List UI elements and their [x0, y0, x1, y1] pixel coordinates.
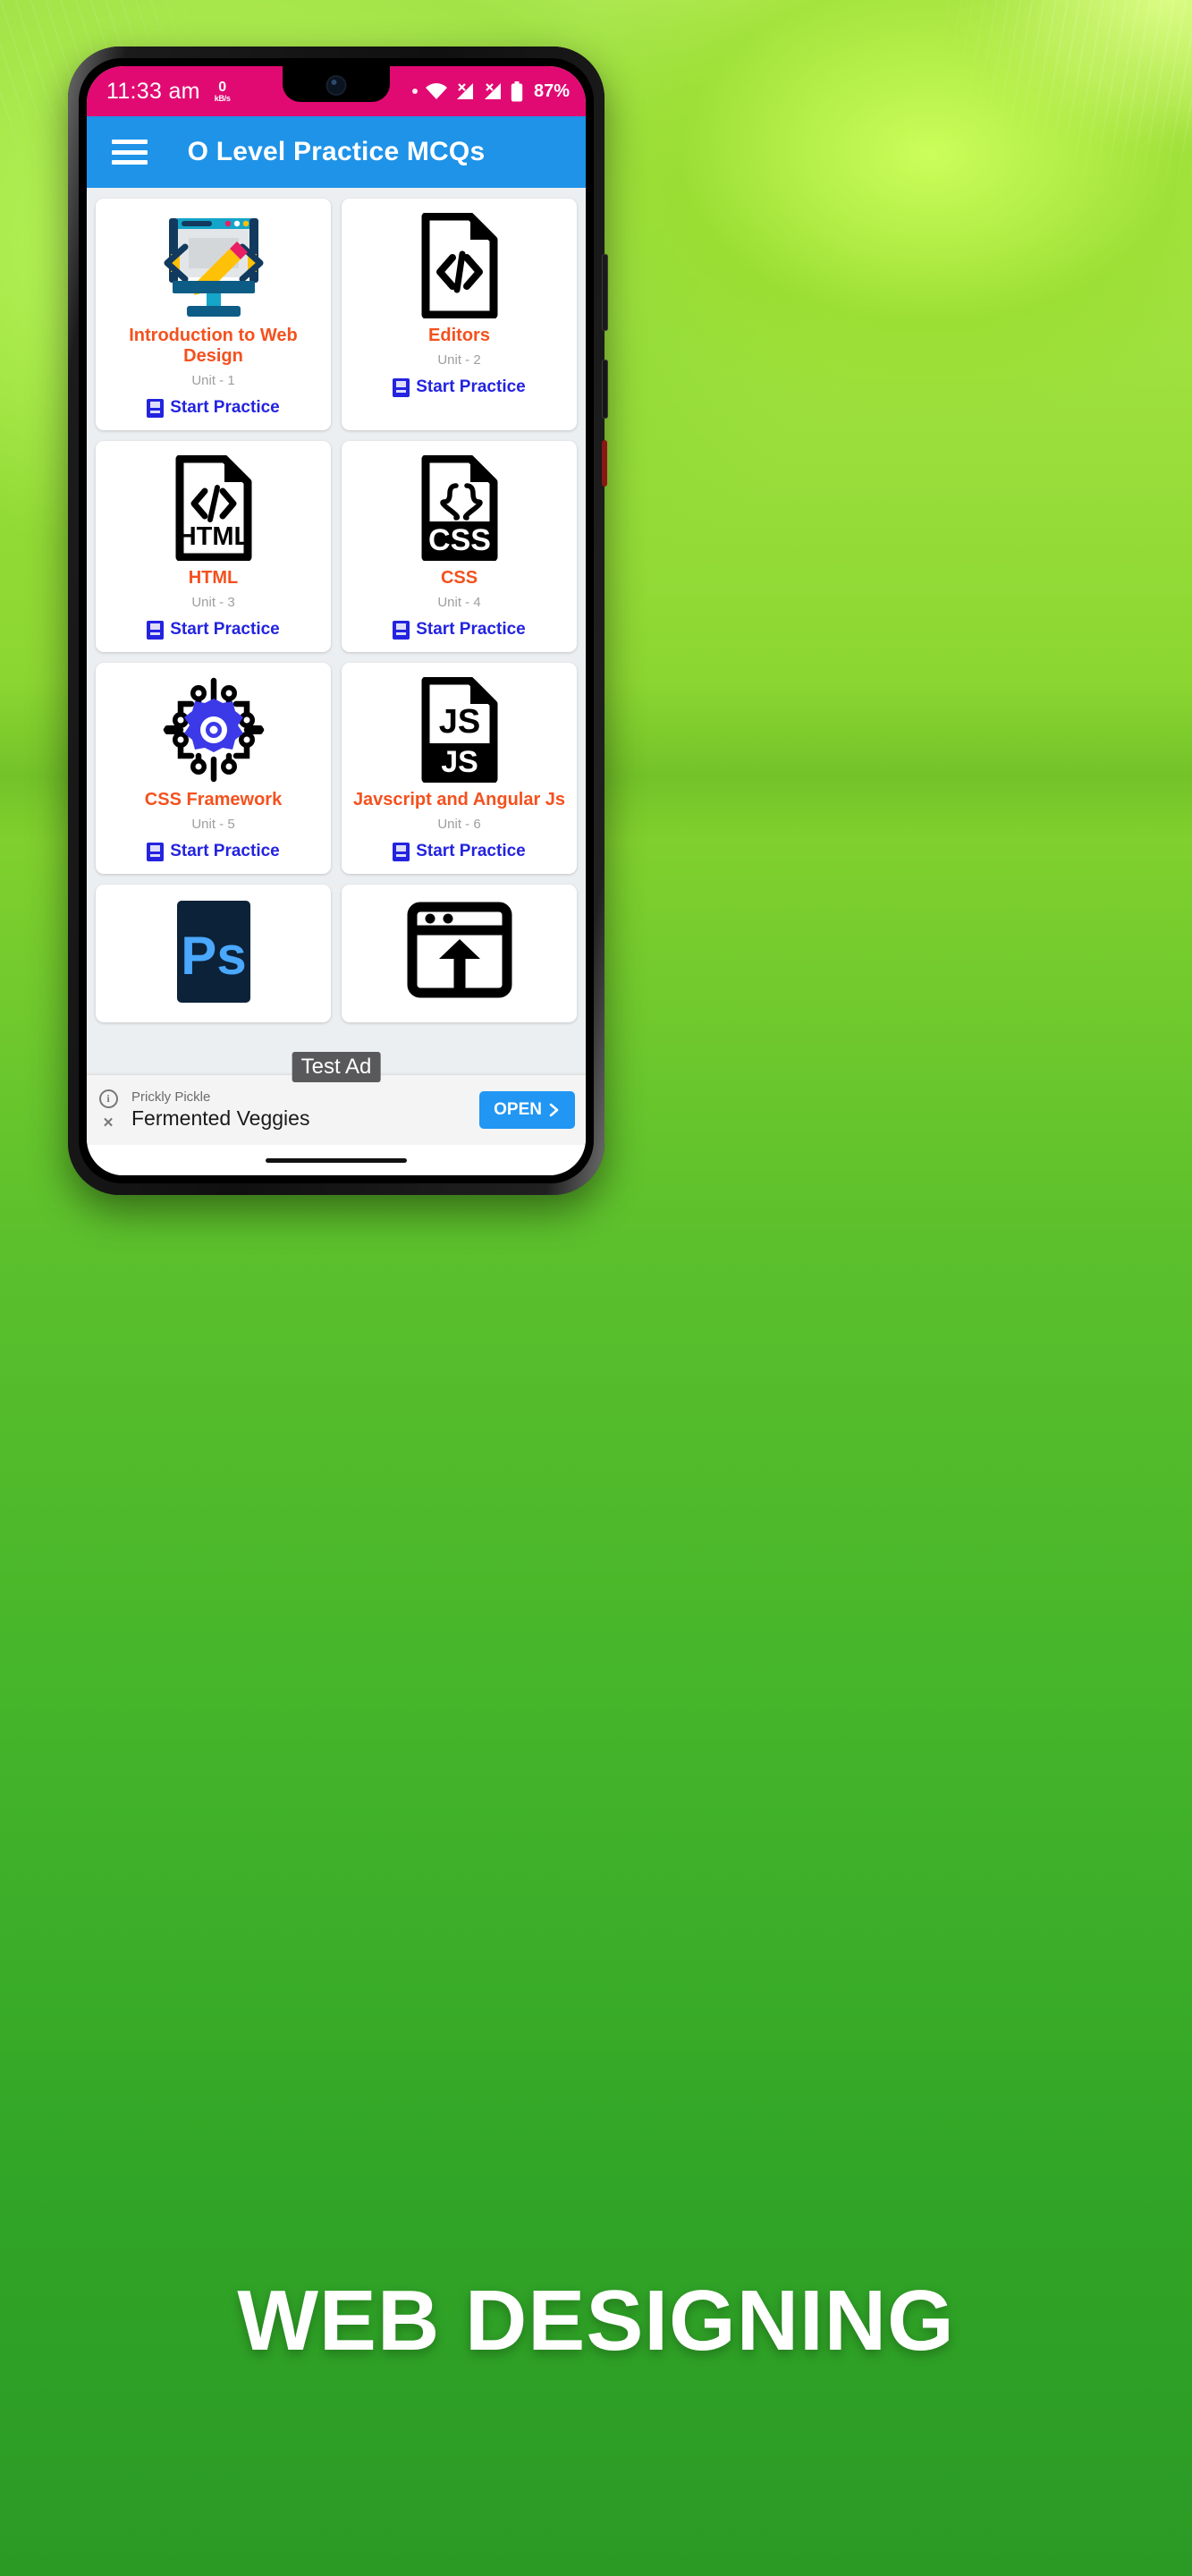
course-card[interactable]: CSS Framework Unit - 5 Start Practice [96, 663, 331, 874]
start-practice-button[interactable]: Start Practice [393, 377, 526, 397]
upload-window-icon [407, 899, 512, 1004]
card-title: Javscript and Angular Js [352, 790, 566, 809]
start-practice-button[interactable]: Start Practice [393, 620, 526, 640]
start-practice-label: Start Practice [170, 620, 280, 639]
phone-screen: 11:33 am 0 kB/s 87% O Level Practice MCQ… [87, 66, 586, 1175]
card-unit: Unit - 5 [191, 817, 235, 832]
code-file-icon [418, 213, 501, 318]
start-practice-label: Start Practice [170, 398, 280, 417]
card-title: Introduction to Web Design [129, 326, 298, 366]
framework-gear-circuit-icon [161, 677, 266, 783]
promo-caption: WEB DESIGNING [237, 2273, 955, 2368]
book-icon [393, 620, 410, 640]
ad-text: Prickly Pickle Fermented Veggies [131, 1089, 309, 1131]
course-card[interactable]: CSS CSS Unit - 4 Start Practice [342, 441, 577, 652]
start-practice-label: Start Practice [416, 377, 526, 396]
book-icon [147, 620, 165, 640]
front-camera-icon [327, 77, 345, 94]
status-time: 11:33 am [106, 78, 200, 104]
card-unit: Unit - 1 [191, 373, 235, 388]
start-practice-label: Start Practice [416, 842, 526, 860]
course-card[interactable]: Editors Unit - 2 Start Practice [342, 199, 577, 430]
info-icon[interactable]: i [98, 1089, 118, 1108]
web-design-monitor-icon [155, 213, 273, 318]
book-icon [393, 842, 410, 861]
course-card[interactable] [342, 885, 577, 1022]
svg-text:HTML: HTML [177, 522, 249, 551]
ad-headline: Fermented Veggies [131, 1106, 310, 1130]
test-ad-badge: Test Ad [292, 1052, 381, 1082]
status-icons: 87% [411, 80, 570, 102]
start-practice-button[interactable]: Start Practice [147, 398, 280, 418]
hamburger-menu-icon[interactable] [112, 140, 148, 165]
card-unit: Unit - 6 [437, 817, 481, 832]
wifi-icon [425, 82, 447, 99]
close-icon[interactable]: ✕ [103, 1114, 114, 1131]
start-practice-button[interactable]: Start Practice [147, 842, 280, 861]
ad-open-button[interactable]: OPEN [479, 1091, 575, 1129]
chevron-right-icon [549, 1103, 559, 1117]
course-grid: Introduction to Web Design Unit - 1 Star… [87, 188, 586, 1033]
power-button[interactable] [602, 254, 608, 331]
ad-controls[interactable]: i ✕ [97, 1089, 119, 1131]
network-speed-unit: kB/s [214, 93, 231, 103]
course-card[interactable]: Ps [96, 885, 331, 1022]
svg-text:Ps: Ps [181, 926, 246, 986]
signal-1-icon [456, 83, 473, 99]
card-unit: Unit - 4 [437, 595, 481, 610]
content-area[interactable]: Introduction to Web Design Unit - 1 Star… [87, 188, 586, 1175]
card-title: CSS [440, 568, 478, 588]
svg-text:JS: JS [438, 703, 479, 741]
start-practice-label: Start Practice [416, 620, 526, 639]
battery-icon [511, 80, 523, 101]
course-card[interactable]: Introduction to Web Design Unit - 1 Star… [96, 199, 331, 430]
photoshop-ps-icon: Ps [169, 899, 258, 1004]
svg-text:JS: JS [441, 745, 478, 779]
volume-button[interactable] [602, 360, 608, 419]
card-title: CSS Framework [144, 790, 283, 809]
signal-2-icon [484, 83, 501, 99]
course-card[interactable]: HTML HTML Unit - 3 Start Practice [96, 441, 331, 652]
html-file-icon: HTML [173, 455, 255, 561]
book-icon [147, 398, 165, 418]
course-card[interactable]: JS JS Javscript and Angular Js Unit - 6 … [342, 663, 577, 874]
page-title: O Level Practice MCQs [187, 137, 486, 166]
card-unit: Unit - 3 [191, 595, 235, 610]
start-practice-button[interactable]: Start Practice [147, 620, 280, 640]
network-speed-value: 0 [218, 79, 227, 95]
card-title: Editors [428, 326, 490, 345]
ad-open-label: OPEN [494, 1100, 542, 1119]
leaf-texture-right [772, 0, 1192, 295]
app-bar: O Level Practice MCQs [87, 116, 586, 188]
ad-advertiser: Prickly Pickle [131, 1089, 211, 1105]
assistant-button[interactable] [602, 440, 607, 487]
android-nav-bar [87, 1145, 586, 1175]
phone-mockup: 11:33 am 0 kB/s 87% O Level Practice MCQ… [68, 47, 608, 1195]
svg-text:CSS: CSS [428, 523, 491, 557]
start-practice-label: Start Practice [170, 842, 280, 860]
card-title: HTML [188, 568, 239, 588]
js-file-icon: JS JS [418, 677, 501, 783]
dot-icon [411, 89, 418, 94]
ad-banner[interactable]: i ✕ Prickly Pickle Fermented Veggies OPE… [87, 1075, 586, 1145]
book-icon [147, 842, 165, 861]
network-speed-indicator: 0 kB/s [215, 80, 231, 103]
book-icon [393, 377, 410, 397]
battery-percent: 87% [533, 80, 570, 101]
css-file-icon: CSS [418, 455, 501, 561]
start-practice-button[interactable]: Start Practice [393, 842, 526, 861]
home-gesture-pill[interactable] [266, 1157, 407, 1163]
card-unit: Unit - 2 [437, 352, 481, 368]
